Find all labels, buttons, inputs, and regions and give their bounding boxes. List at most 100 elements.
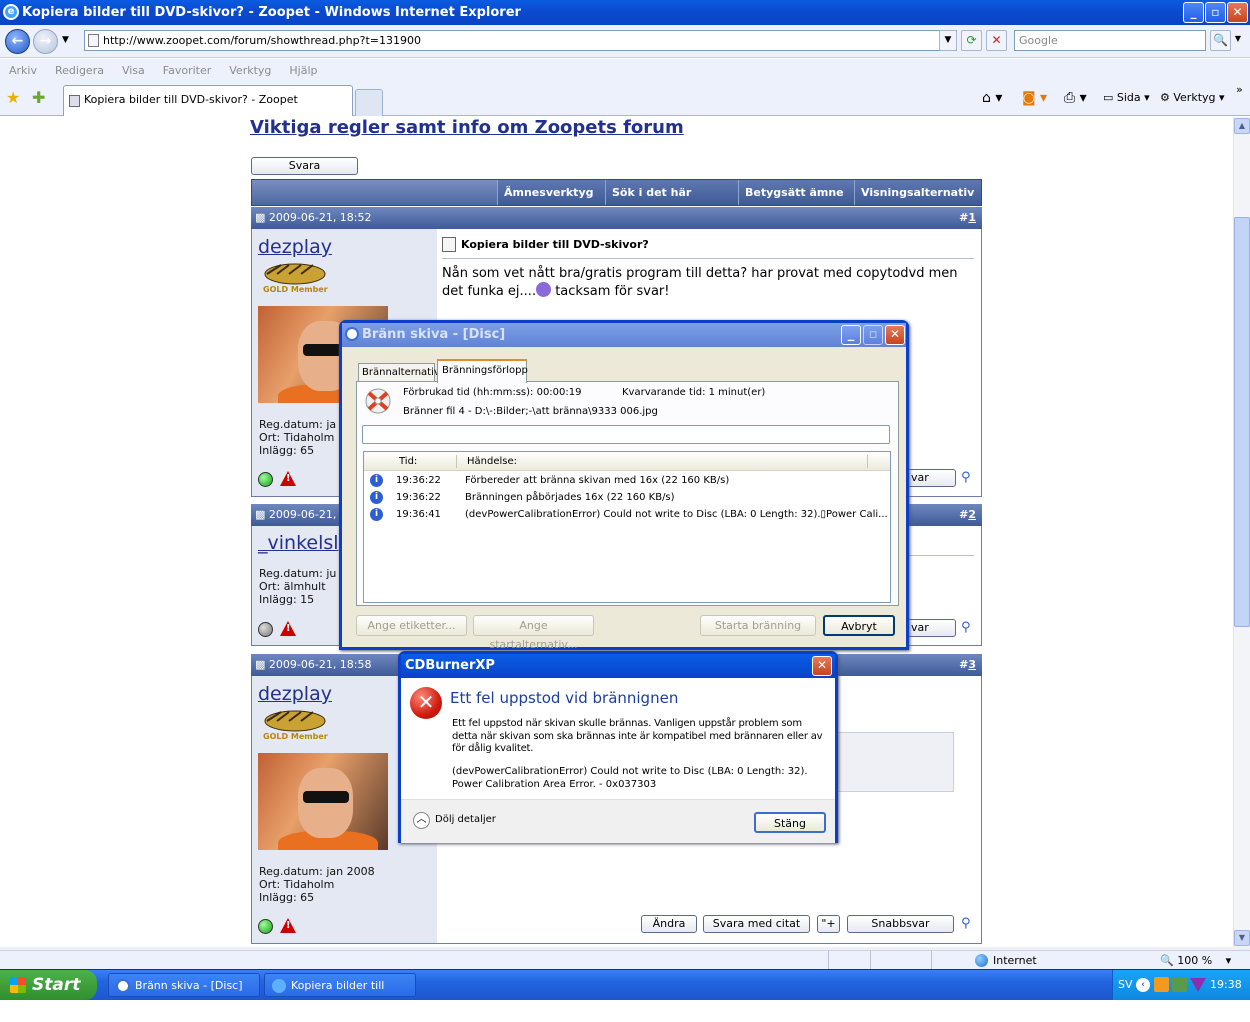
url-field[interactable]: http://www.zoopet.com/forum/showthread.p… — [84, 30, 957, 51]
taskbar-item-burn[interactable]: Bränn skiva - [Disc] — [108, 973, 260, 997]
multiquote-icon[interactable]: ⚲ — [961, 620, 971, 635]
burning-disc-icon — [365, 388, 391, 414]
report-post-icon[interactable] — [280, 621, 296, 636]
chevron-more-icon[interactable]: » — [1236, 82, 1243, 98]
post-1-quickreply-button[interactable]: var — [906, 469, 956, 487]
post-2-quickreply-button[interactable]: var — [906, 619, 956, 637]
tab-burn-progress[interactable]: Bränningsförlopp — [437, 359, 528, 383]
info-icon: i — [370, 508, 383, 521]
windows-logo-icon — [10, 977, 26, 993]
multiquote-icon[interactable]: ⚲ — [961, 470, 971, 485]
post-1-number[interactable]: #1 — [959, 207, 976, 229]
post-1-location: Ort: Tidaholm — [259, 431, 335, 444]
tray-expand-icon[interactable]: ‹ — [1136, 978, 1150, 992]
burn-dialog: Bränn skiva - [Disc] _ ▫ ✕ Brännalternat… — [339, 320, 909, 651]
menu-arkiv[interactable]: Arkiv — [0, 59, 46, 82]
rate-thread-label: Betygsätt ämne — [745, 186, 844, 199]
new-tab-button[interactable] — [355, 89, 383, 116]
search-options-icon[interactable]: ▼ — [1231, 30, 1245, 51]
menu-redigera[interactable]: Redigera — [46, 59, 113, 82]
chevron-up-icon[interactable]: ︿ — [413, 812, 430, 829]
page-menu[interactable]: ▭ Sida ▾ — [1103, 90, 1150, 106]
history-dropdown-icon[interactable]: ▼ — [62, 35, 69, 45]
tab-burn-options[interactable]: Brännalternativ — [358, 363, 440, 382]
scroll-thumb[interactable] — [1234, 217, 1250, 627]
tab-label: Kopiera bilder till DVD-skivor? - Zoopet — [84, 93, 298, 106]
post-3-regdate: Reg.datum: jan 2008 — [259, 865, 375, 878]
menu-verktyg[interactable]: Verktyg — [220, 59, 280, 82]
error-details-line1: (devPowerCalibrationError) Could not wri… — [452, 766, 808, 777]
edit-button[interactable]: Ändra — [641, 915, 697, 933]
tab-current[interactable]: Kopiera bilder till DVD-skivor? - Zoopet — [63, 85, 353, 116]
post-2-username[interactable]: _vinkelsl — [258, 532, 339, 554]
burn-minimize-button[interactable]: _ — [841, 325, 861, 345]
tools-menu[interactable]: ⚙ Verktyg ▾ — [1160, 90, 1225, 106]
display-options-menu[interactable]: Visningsalternativ ▾ — [854, 180, 981, 224]
post-1-username[interactable]: dezplay — [258, 236, 332, 258]
thread-tools-bar: Ämnesverktyg ▾ Sök i det här ämnet ▾ Bet… — [251, 179, 982, 224]
taskbar: Start Bränn skiva - [Disc] Kopiera bilde… — [0, 970, 1250, 1016]
burn-close-button[interactable]: ✕ — [885, 325, 905, 345]
zoom-level[interactable]: 🔍 100 % ▾ — [1160, 951, 1231, 970]
antivirus-icon[interactable] — [1190, 978, 1206, 992]
quick-reply-button[interactable]: Snabbsvar — [847, 915, 954, 933]
rules-link[interactable]: Viktiga regler samt info om Zoopets foru… — [250, 117, 684, 138]
hide-details-toggle[interactable]: Dölj detaljer — [435, 814, 496, 825]
report-post-icon[interactable] — [280, 918, 296, 933]
print-icon[interactable]: ⎙ ▾ — [1064, 90, 1087, 106]
tray-app-icon[interactable] — [1154, 977, 1169, 992]
menu-favoriter[interactable]: Favoriter — [154, 59, 220, 82]
cancel-burn-button[interactable]: Avbryt — [823, 615, 895, 636]
reply-with-quote-button[interactable]: Svara med citat — [703, 915, 810, 933]
rate-thread-menu[interactable]: Betygsätt ämne ▾ — [738, 180, 854, 224]
col-event[interactable]: Händelse: — [467, 452, 517, 471]
event-log-list[interactable]: Tid: Händelse: i 19:36:22 Förbereder att b… — [363, 451, 891, 603]
report-post-icon[interactable] — [280, 471, 296, 486]
forward-button[interactable]: → — [33, 29, 58, 54]
multiquote-icon[interactable]: ⚲ — [961, 916, 971, 931]
close-button[interactable]: Stäng — [754, 812, 826, 833]
error-close-x-button[interactable]: ✕ — [812, 656, 832, 676]
post-3-number[interactable]: #3 — [959, 654, 976, 676]
thread-tools-menu[interactable]: Ämnesverktyg ▾ — [497, 180, 605, 224]
scroll-down-icon[interactable]: ▼ — [1234, 930, 1250, 946]
language-indicator[interactable]: SV — [1118, 970, 1133, 1000]
maximize-button[interactable]: ▫ — [1205, 2, 1226, 23]
refresh-icon[interactable]: ⟳ — [961, 30, 982, 51]
log-row[interactable]: i 19:36:41 (devPowerCalibrationError) Coul… — [364, 507, 890, 524]
close-button[interactable]: ✕ — [1227, 2, 1248, 23]
menu-visa[interactable]: Visa — [113, 59, 154, 82]
col-time[interactable]: Tid: — [399, 452, 417, 471]
window-titlebar: e Kopiera bilder till DVD-skivor? - Zoop… — [0, 0, 1250, 25]
log-row[interactable]: i 19:36:22 Bränningen påbörjades 16x (22 1… — [364, 490, 890, 507]
url-dropdown-icon[interactable]: ▼ — [939, 30, 957, 51]
vertical-scrollbar[interactable]: ▲ ▼ — [1233, 117, 1250, 947]
post-3-date: 2009-06-21, 18:58 — [268, 658, 372, 671]
home-icon[interactable]: ⌂ ▾ — [982, 90, 1002, 106]
scroll-up-icon[interactable]: ▲ — [1234, 118, 1250, 134]
search-thread-menu[interactable]: Sök i det här ämnet ▾ — [605, 180, 738, 224]
network-icon[interactable] — [1172, 977, 1187, 992]
stop-icon[interactable]: ✕ — [986, 30, 1007, 51]
reply-button[interactable]: Svara — [251, 157, 358, 175]
back-button[interactable]: ← — [5, 29, 30, 54]
post-2-location: Ort: älmhult — [259, 580, 326, 593]
taskbar-item-ie[interactable]: Kopiera bilder till DVD... — [264, 973, 416, 1016]
online-status-icon — [258, 919, 273, 934]
current-file: Bränner fil 4 - D:\-:Bilder;-\att bränna… — [403, 406, 658, 417]
favorites-star-icon[interactable]: ★ — [6, 88, 20, 107]
minimize-button[interactable]: _ — [1183, 2, 1204, 23]
multiquote-button[interactable]: "+ — [817, 915, 840, 933]
menu-hjalp[interactable]: Hjälp — [280, 59, 326, 82]
error-dialog: CDBurnerXP ✕ ✕ Ett fel uppstod vid bränn… — [398, 651, 838, 843]
rss-feed-icon[interactable]: ◙ ▾ — [1022, 90, 1047, 106]
search-input[interactable]: Google — [1014, 30, 1206, 51]
start-button[interactable]: Start — [0, 970, 97, 1000]
post-3-username[interactable]: dezplay — [258, 683, 332, 705]
add-favorite-icon[interactable]: ✚ — [32, 88, 45, 107]
search-icon[interactable]: 🔍 — [1210, 30, 1231, 51]
post-2-number[interactable]: #2 — [959, 504, 976, 526]
internet-zone-icon — [975, 954, 988, 967]
log-row[interactable]: i 19:36:22 Förbereder att bränna skivan me… — [364, 473, 890, 490]
post-1-regdate: Reg.datum: ja — [259, 418, 337, 431]
